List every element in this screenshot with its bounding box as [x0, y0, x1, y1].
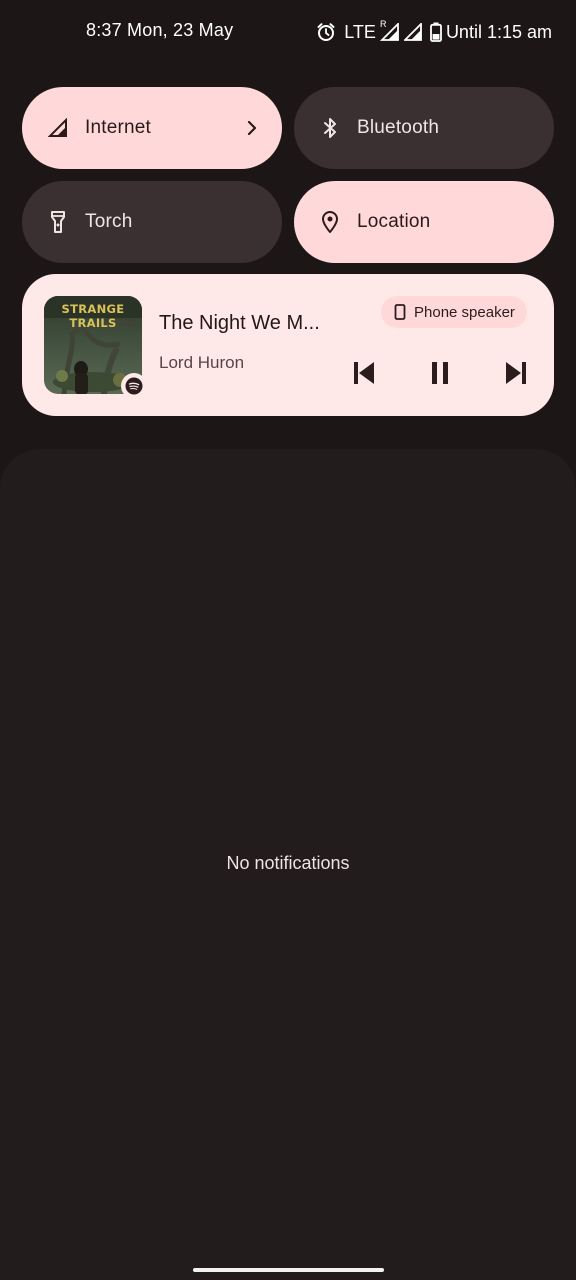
- tile-torch-label: Torch: [85, 211, 133, 232]
- song-artist: Lord Huron: [159, 353, 245, 372]
- cell-signal-icon: [46, 116, 70, 140]
- spotify-icon: [121, 373, 147, 399]
- status-bar: 8:37 Mon, 23 May LTE R Until 1:15 am: [0, 0, 576, 66]
- chevron-right-icon[interactable]: [244, 116, 260, 140]
- output-device-chip[interactable]: Phone speaker: [381, 296, 527, 328]
- bluetooth-icon: [318, 116, 342, 140]
- tile-internet[interactable]: Internet: [22, 87, 282, 169]
- status-icons: LTE R Until 1:15 am: [316, 19, 552, 44]
- network-type: LTE: [344, 21, 376, 42]
- album-art-title: STRANGE TRAILS: [61, 302, 125, 330]
- location-pin-icon: [318, 210, 342, 234]
- tile-internet-label: Internet: [85, 117, 152, 138]
- signal-icon: [403, 23, 422, 41]
- roaming-indicator: R: [379, 19, 387, 29]
- tile-location[interactable]: Location: [294, 181, 554, 263]
- previous-button[interactable]: [349, 358, 379, 388]
- battery-status-text: Until 1:15 am: [445, 21, 552, 42]
- song-title: The Night We M...: [159, 312, 320, 334]
- no-notifications-text: No notifications: [226, 853, 350, 873]
- tile-location-label: Location: [357, 211, 431, 232]
- flashlight-icon: [46, 210, 70, 234]
- next-button[interactable]: [501, 358, 531, 388]
- notification-shade[interactable]: No notifications: [0, 449, 576, 1280]
- phone-icon: [391, 304, 409, 320]
- tile-bluetooth[interactable]: Bluetooth: [294, 87, 554, 169]
- next-icon: [504, 360, 528, 386]
- signal-roaming-icon: R: [379, 19, 400, 41]
- tile-torch[interactable]: Torch: [22, 181, 282, 263]
- pause-icon: [429, 360, 451, 386]
- previous-icon: [352, 360, 376, 386]
- navigation-handle[interactable]: [193, 1268, 384, 1272]
- media-player-card[interactable]: STRANGE TRAILS The Night We M... Lord Hu…: [22, 274, 554, 416]
- status-time-date: 8:37 Mon, 23 May: [86, 20, 234, 40]
- tile-bluetooth-label: Bluetooth: [357, 117, 440, 138]
- alarm-icon: [316, 22, 336, 42]
- output-device-label: Phone speaker: [414, 303, 515, 321]
- battery-icon: [430, 22, 442, 42]
- pause-button[interactable]: [425, 358, 455, 388]
